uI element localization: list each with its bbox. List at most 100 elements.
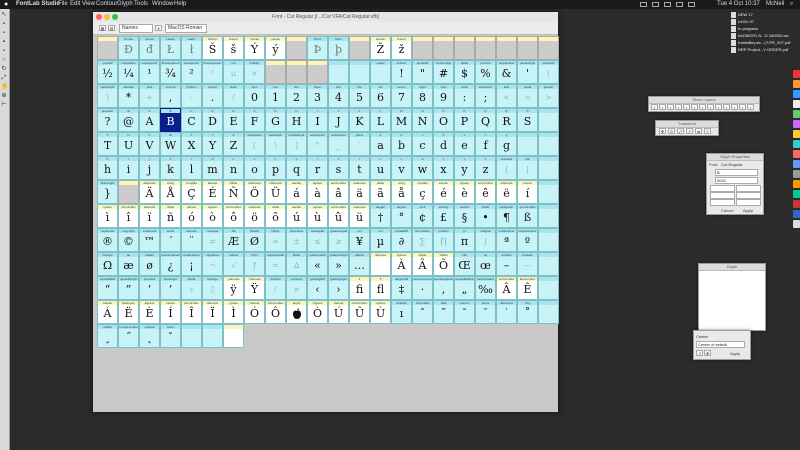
dock-app-icon[interactable] [793,160,800,168]
glyph-cell[interactable]: registered ® [97,228,118,252]
glyph-cell[interactable]: less < [496,84,517,108]
glyph-cell[interactable]: Idieresis Ï [202,300,223,324]
glyph-cell[interactable]: aacute á [286,180,307,204]
glyph-cell[interactable]: six 6 [370,84,391,108]
glyph-cell[interactable]: Lslash Ł [160,36,181,60]
glyph-cell[interactable]: ccedilla ç [412,180,433,204]
glyph-cell[interactable]: Atilde Ã [412,252,433,276]
scale-icon[interactable]: ⤢ [677,128,684,134]
glyph-cell[interactable]: RR [496,108,517,132]
glyph-cell[interactable]: Egrave È [139,300,160,324]
glyph-cell[interactable]: dd [433,132,454,156]
glyph-cell[interactable]: cedilla ¸ [97,324,118,348]
glyph-cell[interactable]: ampersand & [496,60,517,84]
glyph-cell[interactable]: period. [202,84,223,108]
name-mode-select[interactable]: Names [119,24,153,33]
glyph-cell[interactable]: quoteright’ [160,276,181,300]
glyph-cell[interactable]: lozenge ◊ [202,276,223,300]
status-icon[interactable] [652,2,659,7]
layer-toggle-icon[interactable]: ▪ [683,104,690,110]
glyph-cell[interactable]: Zcaron Ž [370,36,391,60]
folder-icon[interactable] [731,12,736,18]
glyph-cell[interactable]: nn [223,156,244,180]
menu-window[interactable]: Window [152,0,173,9]
glyph-cell[interactable]: vv [391,156,412,180]
glyph-cell[interactable]: acute ´ [160,228,181,252]
glyph-cell[interactable]: oe œ [475,252,496,276]
glyph-cell[interactable]: ograve ò [202,204,223,228]
glyph-cell[interactable]: quotedbl " [412,60,433,84]
glyph-cell[interactable]: quotedblright” [118,276,139,300]
glyph-cell[interactable]: ucircumflex û [328,204,349,228]
glyph-cell[interactable]: PP [454,108,475,132]
glyph-cell[interactable]: zz [475,156,496,180]
glyph-cell[interactable] [265,60,286,84]
glyph-cell[interactable]: bullet • [475,204,496,228]
glyph-cell[interactable]: cc [412,132,433,156]
glyph-cell[interactable]: II [307,108,328,132]
metric-field[interactable] [736,199,761,206]
pointer-icon[interactable]: ↗ [696,350,703,356]
glyph-cell[interactable]: Icircumflex Î [181,300,202,324]
glyph-cell[interactable]: threequarters ¾ [160,60,181,84]
glyph-cell[interactable]: approxequal ≈ [265,252,286,276]
glyph-cell[interactable]: pp [265,156,286,180]
glyph-cell[interactable]: semicolon; [475,84,496,108]
glyph-cell[interactable] [538,36,559,60]
glyph-cell[interactable]: SS [517,108,538,132]
glyph-cell[interactable]: numbersign # [433,60,454,84]
glyph-cell[interactable]: QQ [475,108,496,132]
glyph-cell[interactable]: nine 9 [433,84,454,108]
glyph-cell[interactable]: florin ƒ [244,252,265,276]
glyph-cell[interactable]: agrave à [307,180,328,204]
glyph-cell[interactable]: paragraph ¶ [496,204,517,228]
glyph-cell[interactable]: parenleft( [538,60,559,84]
glyph-cell[interactable]: asterisk * [118,84,139,108]
node-tool-icon[interactable]: ▪ [1,21,7,27]
slant-icon[interactable]: ⫽ [686,128,693,134]
ellipse-tool-icon[interactable]: ○ [1,57,7,63]
zoom-tool-icon[interactable]: ⊕ [1,93,7,99]
glyph-cell[interactable]: cent ¢ [412,204,433,228]
glyph-cell[interactable]: xx [433,156,454,180]
glyph-cell[interactable]: section § [454,204,475,228]
glyph-cell[interactable]: tilde ˜ [433,300,454,324]
glyph-cell[interactable]: breve ˘ [475,300,496,324]
desktop-item[interactable]: In progress [738,26,758,31]
layer-toggle-icon[interactable]: ▪ [715,104,722,110]
glyph-cell[interactable]: KK [349,108,370,132]
folder-icon[interactable] [731,19,736,25]
glyph-cell[interactable] [538,252,559,276]
scale-tool-icon[interactable]: ⤢ [1,75,7,81]
folder-icon[interactable] [731,26,736,32]
glyph-cell[interactable]: ellipsis… [349,252,370,276]
rect-tool-icon[interactable]: ▪ [1,48,7,54]
glyph-cell[interactable]: zcaron ž [391,36,412,60]
glyph-cell[interactable]: daggerdbl ‡ [391,276,412,300]
glyph-cell[interactable]: comma, [160,84,181,108]
glyph-cell[interactable]: ordmasculine º [517,228,538,252]
menu-view[interactable]: View [82,0,95,9]
minimize-icon[interactable] [104,14,110,20]
menu-tools[interactable]: Tools [134,0,148,9]
glyph-cell[interactable]: oslash ø [139,252,160,276]
glyph-cell[interactable]: Ucircumflex Û [349,300,370,324]
encoding-icon[interactable]: ▾ [155,25,162,31]
glyph-cell[interactable]: BB [160,108,181,132]
glyph-cell[interactable]: kk [160,156,181,180]
rotate-icon[interactable]: ↻ [668,128,675,134]
layer-toggle-icon[interactable]: ▪ [731,104,738,110]
glyph-cell[interactable]: Thorn Þ [307,36,328,60]
flip-icon[interactable]: ⇋ [695,128,702,134]
glyph-cell[interactable]: jj [139,156,160,180]
glyph-cell[interactable] [181,324,202,348]
glyph-cell[interactable]: mu µ [370,228,391,252]
glyph-cell[interactable]: endash – [496,252,517,276]
glyph-cell[interactable]: dagger † [370,204,391,228]
glyph-cell[interactable]: guillemotleft « [307,252,328,276]
glyph-cell[interactable]: copyright © [118,228,139,252]
glyph-cell[interactable]: two 2 [286,84,307,108]
metric-field[interactable] [736,185,761,192]
desktop-item[interactable]: 6AG86IYD-N...G 160000.wd [738,33,788,38]
glyph-cell[interactable]: yen ¥ [349,228,370,252]
